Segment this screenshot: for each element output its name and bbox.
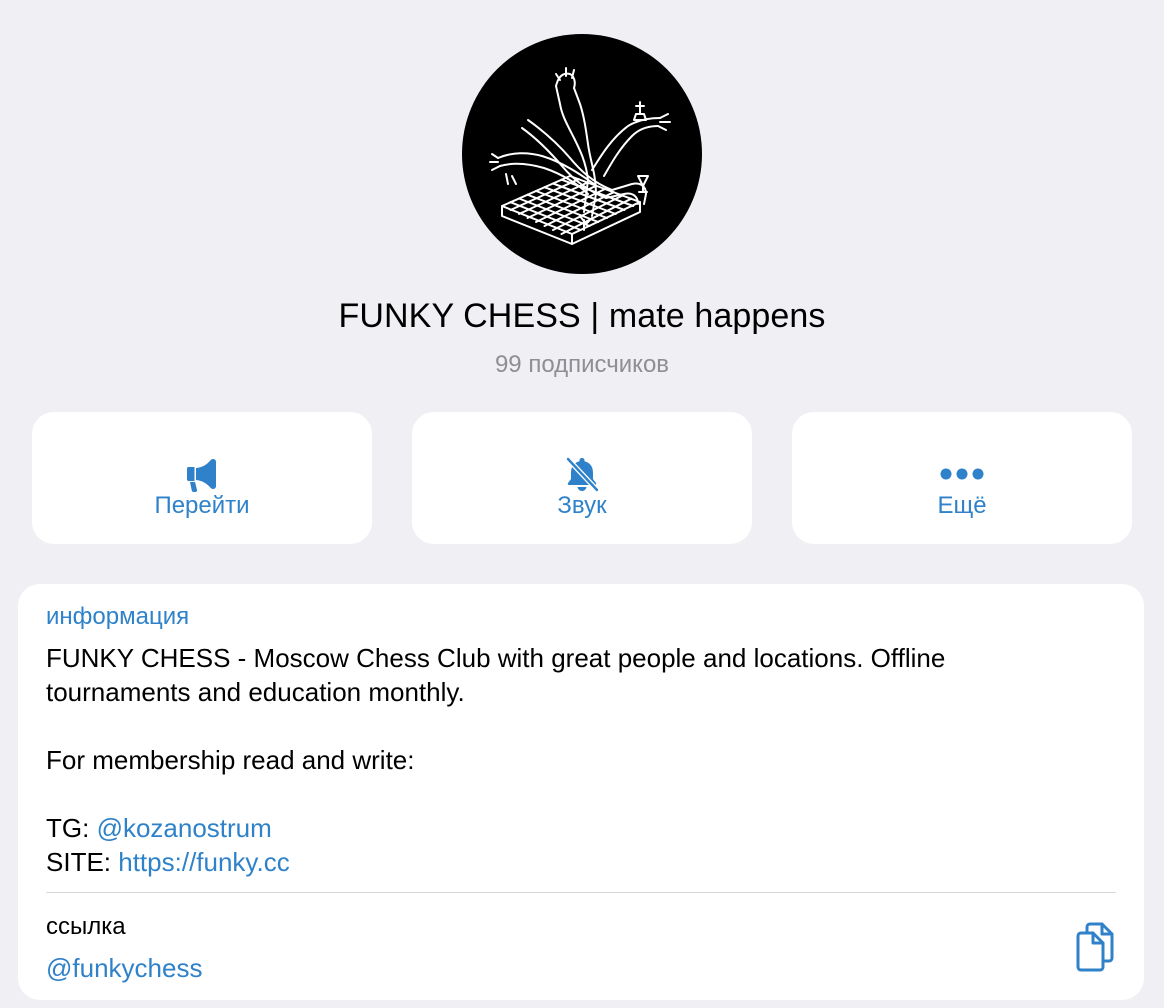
sound-button-label: Звук <box>557 492 607 519</box>
more-dots-icon <box>940 468 984 480</box>
tg-line: TG: @kozanostrum <box>46 811 1106 845</box>
tg-handle-link[interactable]: @kozanostrum <box>97 813 272 843</box>
go-button-label: Перейти <box>154 492 250 519</box>
more-button[interactable]: Ещё <box>792 412 1132 544</box>
copy-link-button[interactable] <box>1072 922 1118 972</box>
channel-link[interactable]: @funkychess <box>46 951 202 985</box>
sound-button[interactable]: Звук <box>412 412 752 544</box>
description-line: FUNKY CHESS - Moscow Chess Club with gre… <box>46 643 946 673</box>
subscriber-count: 99 подписчиков <box>494 351 670 378</box>
divider <box>46 892 1116 893</box>
go-button[interactable]: Перейти <box>32 412 372 544</box>
channel-description: FUNKY CHESS - Moscow Chess Club with gre… <box>46 641 1106 879</box>
site-prefix: SITE: <box>46 847 119 877</box>
more-button-label: Ещё <box>937 492 987 519</box>
channel-avatar[interactable] <box>462 34 702 274</box>
channel-title: FUNKY CHESS | mate happens <box>338 297 826 335</box>
tg-prefix: TG: <box>46 813 97 843</box>
info-card: информация FUNKY CHESS - Moscow Chess Cl… <box>18 584 1144 1000</box>
link-section-label: ссылка <box>46 913 126 940</box>
copy-icon <box>1076 922 1114 972</box>
site-url-link[interactable]: https://funky.cc <box>118 847 289 877</box>
description-line: For membership read and write: <box>46 745 415 775</box>
megaphone-icon <box>187 459 216 492</box>
site-line: SITE: https://funky.cc <box>46 845 1106 879</box>
info-section-label: информация <box>46 603 190 630</box>
bell-muted-icon <box>565 456 600 493</box>
description-line: tournaments and education monthly. <box>46 677 465 707</box>
chess-hands-board-icon <box>489 67 671 245</box>
